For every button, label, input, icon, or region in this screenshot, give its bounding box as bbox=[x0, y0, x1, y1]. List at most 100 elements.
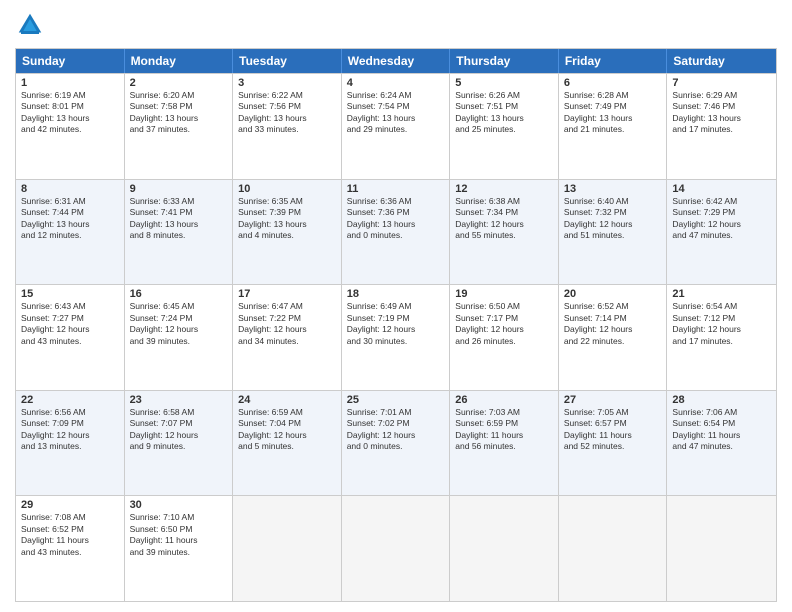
day-info: Sunrise: 6:35 AM Sunset: 7:39 PM Dayligh… bbox=[238, 196, 336, 242]
calendar-day-20: 20Sunrise: 6:52 AM Sunset: 7:14 PM Dayli… bbox=[559, 285, 668, 390]
day-info: Sunrise: 6:47 AM Sunset: 7:22 PM Dayligh… bbox=[238, 301, 336, 347]
page: SundayMondayTuesdayWednesdayThursdayFrid… bbox=[0, 0, 792, 612]
day-info: Sunrise: 6:33 AM Sunset: 7:41 PM Dayligh… bbox=[130, 196, 228, 242]
calendar-day-3: 3Sunrise: 6:22 AM Sunset: 7:56 PM Daylig… bbox=[233, 74, 342, 179]
calendar-day-30: 30Sunrise: 7:10 AM Sunset: 6:50 PM Dayli… bbox=[125, 496, 234, 601]
calendar-day-24: 24Sunrise: 6:59 AM Sunset: 7:04 PM Dayli… bbox=[233, 391, 342, 496]
header-day-sunday: Sunday bbox=[16, 49, 125, 73]
day-number: 12 bbox=[455, 183, 553, 195]
calendar-day-9: 9Sunrise: 6:33 AM Sunset: 7:41 PM Daylig… bbox=[125, 180, 234, 285]
header-day-thursday: Thursday bbox=[450, 49, 559, 73]
day-number: 28 bbox=[672, 394, 771, 406]
day-number: 13 bbox=[564, 183, 662, 195]
calendar-day-5: 5Sunrise: 6:26 AM Sunset: 7:51 PM Daylig… bbox=[450, 74, 559, 179]
calendar-header: SundayMondayTuesdayWednesdayThursdayFrid… bbox=[16, 49, 776, 73]
calendar-week-4: 22Sunrise: 6:56 AM Sunset: 7:09 PM Dayli… bbox=[16, 390, 776, 496]
day-number: 21 bbox=[672, 288, 771, 300]
logo-icon bbox=[15, 10, 45, 40]
calendar-day-16: 16Sunrise: 6:45 AM Sunset: 7:24 PM Dayli… bbox=[125, 285, 234, 390]
day-info: Sunrise: 7:10 AM Sunset: 6:50 PM Dayligh… bbox=[130, 512, 228, 558]
day-info: Sunrise: 6:43 AM Sunset: 7:27 PM Dayligh… bbox=[21, 301, 119, 347]
day-info: Sunrise: 6:38 AM Sunset: 7:34 PM Dayligh… bbox=[455, 196, 553, 242]
header-day-tuesday: Tuesday bbox=[233, 49, 342, 73]
day-info: Sunrise: 6:50 AM Sunset: 7:17 PM Dayligh… bbox=[455, 301, 553, 347]
day-number: 25 bbox=[347, 394, 445, 406]
day-info: Sunrise: 6:28 AM Sunset: 7:49 PM Dayligh… bbox=[564, 90, 662, 136]
calendar-week-3: 15Sunrise: 6:43 AM Sunset: 7:27 PM Dayli… bbox=[16, 284, 776, 390]
calendar-day-13: 13Sunrise: 6:40 AM Sunset: 7:32 PM Dayli… bbox=[559, 180, 668, 285]
calendar-day-11: 11Sunrise: 6:36 AM Sunset: 7:36 PM Dayli… bbox=[342, 180, 451, 285]
calendar-day-empty-4-3 bbox=[342, 496, 451, 601]
header-day-saturday: Saturday bbox=[667, 49, 776, 73]
calendar-day-7: 7Sunrise: 6:29 AM Sunset: 7:46 PM Daylig… bbox=[667, 74, 776, 179]
header bbox=[15, 10, 777, 40]
day-number: 14 bbox=[672, 183, 771, 195]
day-info: Sunrise: 6:26 AM Sunset: 7:51 PM Dayligh… bbox=[455, 90, 553, 136]
calendar-body: 1Sunrise: 6:19 AM Sunset: 8:01 PM Daylig… bbox=[16, 73, 776, 601]
day-number: 23 bbox=[130, 394, 228, 406]
day-number: 6 bbox=[564, 77, 662, 89]
calendar-week-2: 8Sunrise: 6:31 AM Sunset: 7:44 PM Daylig… bbox=[16, 179, 776, 285]
day-number: 7 bbox=[672, 77, 771, 89]
logo bbox=[15, 10, 49, 40]
day-number: 3 bbox=[238, 77, 336, 89]
calendar-day-2: 2Sunrise: 6:20 AM Sunset: 7:58 PM Daylig… bbox=[125, 74, 234, 179]
day-number: 4 bbox=[347, 77, 445, 89]
day-number: 2 bbox=[130, 77, 228, 89]
calendar-day-26: 26Sunrise: 7:03 AM Sunset: 6:59 PM Dayli… bbox=[450, 391, 559, 496]
day-info: Sunrise: 6:42 AM Sunset: 7:29 PM Dayligh… bbox=[672, 196, 771, 242]
calendar-day-17: 17Sunrise: 6:47 AM Sunset: 7:22 PM Dayli… bbox=[233, 285, 342, 390]
calendar-day-empty-4-4 bbox=[450, 496, 559, 601]
calendar-day-empty-4-5 bbox=[559, 496, 668, 601]
calendar-day-19: 19Sunrise: 6:50 AM Sunset: 7:17 PM Dayli… bbox=[450, 285, 559, 390]
day-number: 9 bbox=[130, 183, 228, 195]
calendar-day-14: 14Sunrise: 6:42 AM Sunset: 7:29 PM Dayli… bbox=[667, 180, 776, 285]
day-number: 11 bbox=[347, 183, 445, 195]
day-number: 17 bbox=[238, 288, 336, 300]
day-info: Sunrise: 6:40 AM Sunset: 7:32 PM Dayligh… bbox=[564, 196, 662, 242]
calendar-day-4: 4Sunrise: 6:24 AM Sunset: 7:54 PM Daylig… bbox=[342, 74, 451, 179]
day-number: 8 bbox=[21, 183, 119, 195]
day-info: Sunrise: 6:31 AM Sunset: 7:44 PM Dayligh… bbox=[21, 196, 119, 242]
calendar: SundayMondayTuesdayWednesdayThursdayFrid… bbox=[15, 48, 777, 602]
calendar-day-27: 27Sunrise: 7:05 AM Sunset: 6:57 PM Dayli… bbox=[559, 391, 668, 496]
calendar-day-1: 1Sunrise: 6:19 AM Sunset: 8:01 PM Daylig… bbox=[16, 74, 125, 179]
day-number: 29 bbox=[21, 499, 119, 511]
calendar-day-25: 25Sunrise: 7:01 AM Sunset: 7:02 PM Dayli… bbox=[342, 391, 451, 496]
day-number: 18 bbox=[347, 288, 445, 300]
calendar-day-6: 6Sunrise: 6:28 AM Sunset: 7:49 PM Daylig… bbox=[559, 74, 668, 179]
day-info: Sunrise: 6:45 AM Sunset: 7:24 PM Dayligh… bbox=[130, 301, 228, 347]
day-number: 1 bbox=[21, 77, 119, 89]
day-number: 24 bbox=[238, 394, 336, 406]
day-info: Sunrise: 6:56 AM Sunset: 7:09 PM Dayligh… bbox=[21, 407, 119, 453]
header-day-monday: Monday bbox=[125, 49, 234, 73]
calendar-week-5: 29Sunrise: 7:08 AM Sunset: 6:52 PM Dayli… bbox=[16, 495, 776, 601]
calendar-day-23: 23Sunrise: 6:58 AM Sunset: 7:07 PM Dayli… bbox=[125, 391, 234, 496]
day-number: 22 bbox=[21, 394, 119, 406]
calendar-day-21: 21Sunrise: 6:54 AM Sunset: 7:12 PM Dayli… bbox=[667, 285, 776, 390]
day-number: 16 bbox=[130, 288, 228, 300]
header-day-wednesday: Wednesday bbox=[342, 49, 451, 73]
day-info: Sunrise: 7:01 AM Sunset: 7:02 PM Dayligh… bbox=[347, 407, 445, 453]
day-info: Sunrise: 7:05 AM Sunset: 6:57 PM Dayligh… bbox=[564, 407, 662, 453]
day-info: Sunrise: 6:19 AM Sunset: 8:01 PM Dayligh… bbox=[21, 90, 119, 136]
day-info: Sunrise: 6:29 AM Sunset: 7:46 PM Dayligh… bbox=[672, 90, 771, 136]
calendar-day-empty-4-2 bbox=[233, 496, 342, 601]
day-info: Sunrise: 7:08 AM Sunset: 6:52 PM Dayligh… bbox=[21, 512, 119, 558]
day-info: Sunrise: 6:20 AM Sunset: 7:58 PM Dayligh… bbox=[130, 90, 228, 136]
calendar-day-empty-4-6 bbox=[667, 496, 776, 601]
day-info: Sunrise: 7:03 AM Sunset: 6:59 PM Dayligh… bbox=[455, 407, 553, 453]
calendar-day-12: 12Sunrise: 6:38 AM Sunset: 7:34 PM Dayli… bbox=[450, 180, 559, 285]
day-number: 15 bbox=[21, 288, 119, 300]
day-number: 5 bbox=[455, 77, 553, 89]
day-number: 10 bbox=[238, 183, 336, 195]
day-info: Sunrise: 7:06 AM Sunset: 6:54 PM Dayligh… bbox=[672, 407, 771, 453]
day-info: Sunrise: 6:22 AM Sunset: 7:56 PM Dayligh… bbox=[238, 90, 336, 136]
calendar-day-18: 18Sunrise: 6:49 AM Sunset: 7:19 PM Dayli… bbox=[342, 285, 451, 390]
day-info: Sunrise: 6:24 AM Sunset: 7:54 PM Dayligh… bbox=[347, 90, 445, 136]
day-info: Sunrise: 6:49 AM Sunset: 7:19 PM Dayligh… bbox=[347, 301, 445, 347]
day-number: 26 bbox=[455, 394, 553, 406]
calendar-day-8: 8Sunrise: 6:31 AM Sunset: 7:44 PM Daylig… bbox=[16, 180, 125, 285]
day-number: 19 bbox=[455, 288, 553, 300]
day-number: 27 bbox=[564, 394, 662, 406]
